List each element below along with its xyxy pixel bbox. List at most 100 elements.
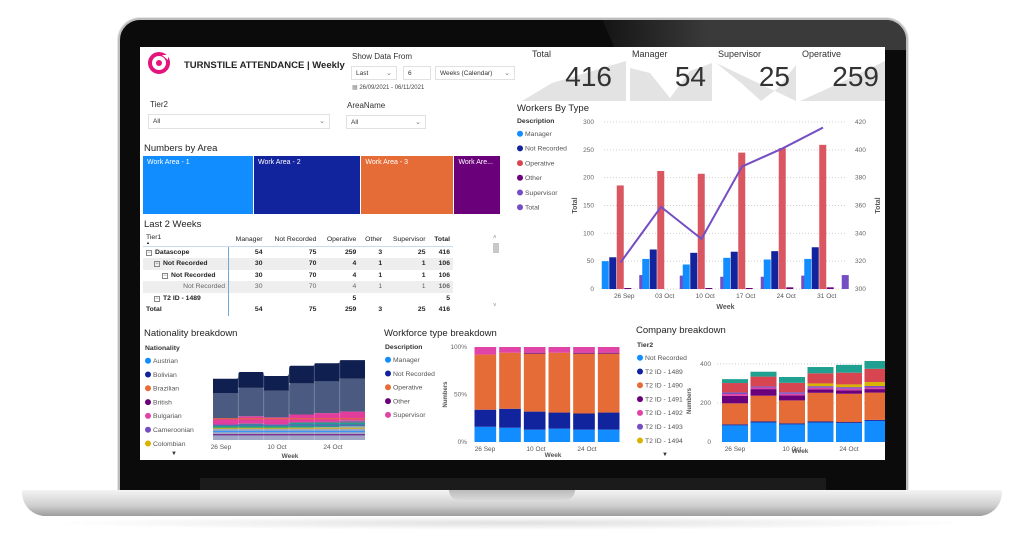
legend-marker bbox=[145, 385, 151, 392]
relative-mode-value: Last bbox=[356, 70, 369, 77]
column-header[interactable]: Operative bbox=[319, 233, 360, 247]
scroll-up-icon[interactable]: ˄ bbox=[493, 235, 497, 241]
legend-label: T2 ID - 1489 bbox=[645, 369, 683, 376]
bar-segment-t2-id---1492 bbox=[750, 387, 777, 390]
legend-marker bbox=[145, 426, 151, 433]
matrix-cell: 30 bbox=[228, 258, 266, 270]
row-label: − Datascope bbox=[143, 246, 230, 258]
row-label-text: Total bbox=[146, 306, 162, 314]
kpi-value: 416 bbox=[565, 61, 612, 92]
row-label-text: Not Recorded bbox=[171, 271, 216, 279]
bar-segment-manager bbox=[548, 428, 571, 442]
column-header[interactable]: Total bbox=[428, 233, 453, 247]
y2-tick-label: 400 bbox=[855, 147, 866, 154]
tier2-slicer-dropdown[interactable]: All ⌄ bbox=[148, 114, 330, 129]
kpi-label: Total bbox=[532, 49, 552, 59]
numbers-by-area-treemap: Work Area - 1 Work Area - 2 Work Area - 3W… bbox=[143, 156, 501, 214]
scroll-thumb[interactable] bbox=[493, 243, 499, 253]
legend-marker bbox=[637, 382, 643, 389]
relative-mode-dropdown[interactable]: Last ⌄ bbox=[351, 66, 397, 80]
column-header[interactable]: Not Recorded bbox=[265, 233, 320, 247]
bar-segment-operative bbox=[523, 353, 546, 412]
scroll-down-icon[interactable]: ˅ bbox=[493, 303, 497, 309]
lid-glare bbox=[602, 20, 906, 50]
tier2-slicer-label: Tier2 bbox=[150, 100, 168, 109]
minor-nationality-band bbox=[213, 418, 365, 420]
collapse-icon[interactable]: − bbox=[162, 272, 168, 279]
legend-marker bbox=[385, 398, 391, 405]
bar-segment-supervisor bbox=[499, 347, 521, 353]
bar-segment-not-recorded bbox=[523, 411, 546, 430]
relative-count-input[interactable]: 6 bbox=[403, 66, 431, 80]
bar-segment-t2-id---1492 bbox=[807, 387, 834, 390]
bar-segment-t2-id---1493 bbox=[779, 392, 805, 394]
legend-marker bbox=[637, 354, 643, 361]
column-header[interactable]: Manager bbox=[228, 233, 266, 247]
y-tick-label: 200 bbox=[583, 175, 594, 182]
legend-marker bbox=[517, 189, 523, 196]
collapse-icon[interactable]: − bbox=[146, 250, 152, 256]
x-tick-label: 26 Sep bbox=[614, 293, 635, 300]
legend-label: Manager bbox=[393, 357, 421, 364]
bar-manager bbox=[642, 258, 650, 289]
x-axis-title: Week bbox=[792, 448, 809, 455]
bar-segment-t2-id---1490 bbox=[779, 400, 805, 424]
column-header[interactable]: Supervisor bbox=[385, 233, 429, 247]
matrix-header-row: Tier1 ▲ Manager Not Recorded Operative Other S… bbox=[143, 233, 453, 247]
matrix-cell: 4 bbox=[319, 281, 360, 293]
bar-other bbox=[786, 287, 794, 289]
matrix-cell: 30 bbox=[228, 281, 266, 293]
bar-segment-t2-id---1491 bbox=[722, 395, 748, 404]
bar-segment-t2-id---1490 bbox=[836, 393, 862, 423]
column-header[interactable]: Other bbox=[359, 233, 386, 247]
row-label: − Not Recorded bbox=[143, 258, 230, 270]
treemap-cell[interactable]: Work Area - 1 bbox=[143, 156, 254, 214]
company-breakdown-chart: Company breakdown Tier2 Not Recorded T2 ID … bbox=[636, 325, 885, 458]
treemap-cell[interactable]: Work Area - 2 bbox=[253, 156, 362, 214]
bar-segment-not-recorded bbox=[807, 422, 834, 442]
x-tick-label: 26 Sep bbox=[211, 444, 232, 451]
collapse-icon[interactable]: − bbox=[154, 295, 160, 302]
collapse-icon[interactable]: − bbox=[154, 261, 160, 268]
bar-segment-operative bbox=[573, 353, 595, 414]
treemap-cell[interactable]: Work Area - 3 bbox=[361, 156, 455, 214]
bar-segment-other bbox=[523, 352, 546, 354]
row-label: Not Recorded bbox=[143, 281, 230, 293]
y-tick-label: 100 bbox=[583, 230, 594, 237]
bar-segment-t2-id---1493 bbox=[807, 386, 834, 388]
area-slicer-dropdown[interactable]: All ⌄ bbox=[346, 115, 426, 129]
chart-title: Nationality breakdown bbox=[144, 328, 237, 339]
matrix-cell: 259 bbox=[344, 249, 357, 256]
matrix-cell: 3 bbox=[378, 306, 383, 314]
laptop-notch bbox=[449, 490, 575, 500]
chevron-down-icon: ⌄ bbox=[386, 70, 392, 77]
matrix-cell: 3 bbox=[378, 249, 383, 256]
bar-segment-other-tiers-2 bbox=[750, 371, 777, 377]
bar-operative bbox=[778, 148, 786, 289]
minor-nationality-band bbox=[213, 427, 365, 429]
y-axis-title: Numbers bbox=[687, 387, 693, 414]
relative-unit-dropdown[interactable]: Weeks (Calendar) ⌄ bbox=[435, 66, 515, 80]
legend-label: Not Recorded bbox=[645, 355, 687, 362]
legend-label: Not Recorded bbox=[525, 146, 567, 153]
bar-segment-other-tiers-2 bbox=[779, 376, 805, 383]
powerbi-report: TURNSTILE ATTENDANCE | Weekly Show Data … bbox=[140, 47, 885, 460]
calendar-icon: ▦ bbox=[352, 85, 358, 91]
treemap-cell[interactable]: Work Are... bbox=[454, 156, 501, 214]
bar-segment-t2-id---1491 bbox=[779, 395, 805, 401]
chart-title: Company breakdown bbox=[636, 325, 726, 336]
legend-marker bbox=[517, 145, 523, 152]
company-logo-icon bbox=[148, 52, 170, 74]
column-header[interactable]: Tier1 ▲ bbox=[143, 233, 229, 247]
matrix-scrollbar[interactable]: ˄ ˅ bbox=[492, 233, 500, 309]
bar-not-recorded bbox=[609, 257, 617, 289]
x-tick-label: 26 Sep bbox=[725, 446, 746, 453]
bar-segment-t2-id---1494 bbox=[864, 382, 885, 386]
bar-segment-t2-id---1490 bbox=[807, 392, 834, 422]
x-tick-label: 24 Oct bbox=[323, 444, 342, 451]
legend-label: Bulgarian bbox=[153, 413, 182, 420]
matrix-cell: 1 bbox=[385, 258, 429, 270]
bar-not-recorded bbox=[811, 247, 819, 289]
matrix-row: − Datascope 54 75 259 3 25 416 bbox=[143, 246, 453, 258]
legend-label: Total bbox=[525, 205, 540, 212]
